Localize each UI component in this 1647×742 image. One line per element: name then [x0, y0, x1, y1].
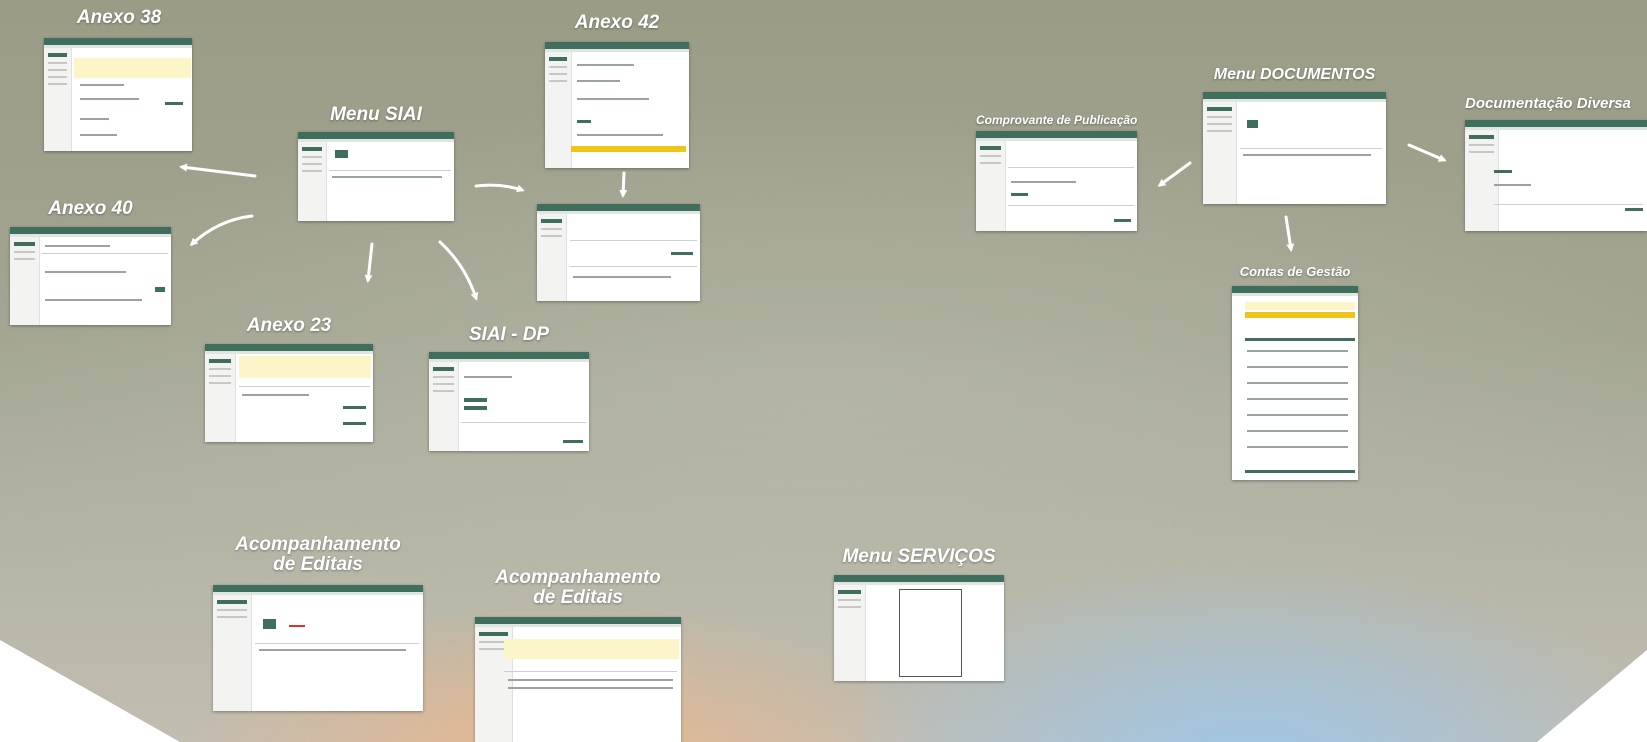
node-title-acomp-editais-1: Acompanhamento de Editais [213, 535, 423, 575]
node-title-documentacao-diversa: Documentação Diversa [1465, 96, 1631, 112]
arrow-documentos-to-diversa [1407, 143, 1447, 162]
arrow-siai-to-anexo23 [364, 242, 374, 283]
node-title-menu-servicos: Menu SERVIÇOS [842, 546, 996, 567]
screenshot-menu-documentos [1203, 92, 1386, 204]
title-line-2: de Editais [533, 586, 623, 608]
title-line-1: Acompanhamento [495, 567, 661, 588]
screenshot-comprovante [976, 131, 1137, 231]
node-title-anexo38: Anexo 38 [76, 7, 162, 28]
screenshot-anexo40 [10, 227, 171, 325]
node-title-menu-documentos: Menu DOCUMENTOS [1213, 66, 1376, 83]
node-title-menu-siai: Menu SIAI [330, 104, 422, 125]
node-title-anexo42: Anexo 42 [574, 12, 660, 33]
node-title-contas-gestao: Contas de Gestão [1239, 264, 1351, 279]
node-title-anexo23: Anexo 23 [246, 315, 332, 336]
screenshot-documentacao-diversa [1465, 120, 1647, 231]
screenshot-contas-gestao [1232, 286, 1358, 480]
screenshot-menu-siai [298, 132, 454, 221]
node-title-comprovante: Comprovante de Publicação [976, 113, 1138, 127]
arrow-documentos-to-contas [1284, 215, 1295, 252]
arrow-siai-to-anexo40 [189, 214, 254, 247]
title-line-1: Acompanhamento [235, 534, 401, 555]
title-line-2: de Editais [273, 553, 363, 575]
arrow-siai-to-anexo42 [474, 183, 525, 193]
arrow-documentos-to-comprovante [1157, 161, 1192, 187]
screenshot-menu-servicos [834, 575, 1004, 681]
arrow-siai-to-siaidp [438, 240, 479, 301]
node-title-acomp-editais-2: Acompanhamento de Editais [475, 568, 681, 608]
screenshot-anexo42 [545, 42, 689, 168]
screenshot-acomp-editais-1 [213, 585, 423, 711]
arrow-siai-to-anexo38 [179, 163, 257, 178]
screenshot-anexo23 [205, 344, 373, 442]
screenshot-anexo38 [44, 38, 192, 151]
node-title-siai-dp: SIAI - DP [468, 324, 550, 345]
screenshot-acomp-editais-2 [475, 617, 681, 742]
node-title-anexo40: Anexo 40 [48, 198, 133, 219]
screenshot-anexo42-detail [537, 204, 700, 301]
screenshot-siai-dp [429, 352, 589, 451]
arrow-anexo42-down [619, 171, 628, 198]
